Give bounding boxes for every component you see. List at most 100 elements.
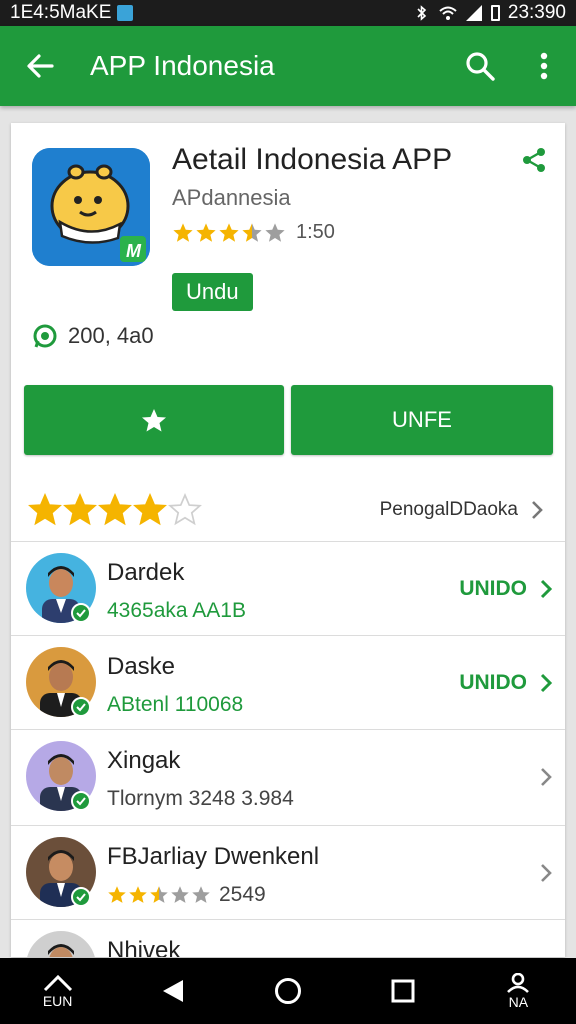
star-icon [129,886,147,903]
star-icon [133,493,167,526]
verified-icon [71,887,91,907]
list-item-stars [107,885,211,905]
list-item-name: Dardek [107,559,185,586]
list-item[interactable]: Xingak Tlornym 3248 3.984 [11,731,565,823]
list-item[interactable]: Dardek 4365aka AA1B UNIDO [11,543,565,635]
chevron-right-icon [540,579,553,599]
status-time: 23:390 [507,2,566,23]
chevron-right-icon [541,864,552,882]
app-title: Aetail Indonesia APP [172,143,453,176]
nav-back-button[interactable] [133,958,213,1024]
star-icon [173,222,193,242]
wifi-icon [439,6,457,20]
nav-profile-label: NA [508,994,529,1010]
back-button[interactable] [0,26,80,106]
nav-home-label: EUN [42,993,73,1009]
divider [11,919,565,920]
battery-icon [490,5,500,21]
list-item-action[interactable] [535,853,565,893]
list-item-name: Nhivek [107,937,181,957]
secondary-action-label: UNFE [392,407,452,432]
app-rating-text: 1:50 [296,221,335,243]
list-item[interactable]: Nhivek [11,921,565,957]
share-icon[interactable] [519,145,549,175]
reviews-link[interactable]: PenogalDDaoka [380,499,548,521]
divider [11,541,565,542]
overflow-menu-button[interactable] [512,26,576,106]
avatar [26,931,96,957]
star-icon [108,886,126,903]
downloads-count: 200, 4a0 [32,323,154,349]
whatsapp-icon [33,324,57,348]
app-badge: Undu [172,273,253,311]
verified-icon [71,791,91,811]
list-item[interactable]: Daske ABtenl 110068 UNIDO [11,637,565,729]
star-icon [171,886,189,903]
mascot-icon: M [32,148,150,266]
star-icon [98,493,132,526]
wishlist-button[interactable] [24,385,284,455]
bluetooth-icon [417,5,427,21]
nav-profile-button[interactable]: NA [478,958,558,1024]
star-icon [265,222,285,242]
more-vert-icon [540,52,548,80]
list-item-action[interactable]: UNIDO [459,663,565,703]
app-rating-stars [172,222,286,244]
list-item-action[interactable]: UNIDO [459,569,565,609]
app-detail-card: M Aetail Indonesia APP APdannesia 1:50 U… [11,123,565,957]
list-item-subtitle: 4365aka AA1B [107,599,246,622]
verified-icon [71,697,91,717]
person-icon [507,973,530,993]
home-icon [43,974,72,992]
search-button[interactable] [448,26,512,106]
nav-circle-home-button[interactable] [248,958,328,1024]
app-bar: APP Indonesia [0,26,576,106]
app-icon[interactable]: M [32,148,150,266]
list-item[interactable]: FBJarliay Dwenkenl 2549 [11,827,565,919]
star-icon [168,493,202,526]
list-item-action[interactable] [535,757,565,797]
square-recents-icon [391,979,415,1003]
list-item-name: Daske [107,653,176,680]
list-item-subtitle: ABtenl 110068 [107,693,244,716]
triangle-back-icon [162,980,183,1002]
star-icon [196,222,216,242]
star-icon [242,222,262,242]
list-item-name: Xingak [107,747,181,774]
list-item-action-label: UNIDO [459,577,527,600]
star-icon [192,886,210,903]
signal-icon [465,5,482,21]
star-icon [63,493,97,526]
back-arrow-icon [27,54,54,78]
reviews-stars [28,493,202,527]
app-rating: 1:50 [172,221,335,244]
list-item-rating: 2549 [107,883,266,907]
list-item-subtitle: Tlornym 3248 3.984 [107,787,294,810]
chevron-right-icon [540,673,553,693]
status-bar: 1E4:5MaKE 23:390 [0,0,576,26]
developer-name[interactable]: APdannesia [172,185,291,211]
reviews-link-label: PenogalDDaoka [379,499,518,520]
nav-recents-button[interactable] [363,958,443,1024]
star-icon [142,409,166,432]
chevron-right-icon [532,501,543,519]
downloads-text: 200, 4a0 [68,323,154,348]
list-item-subtitle: 2549 [219,883,266,906]
notification-icon [117,5,134,21]
secondary-action-button[interactable]: UNFE [291,385,553,455]
svg-text:M: M [126,241,142,261]
list-item-name: FBJarliay Dwenkenl [107,843,320,870]
status-left-text: 1E4:5MaKE [10,2,112,23]
reviews-row[interactable]: PenogalDDaoka [11,479,565,541]
verified-icon [71,603,91,623]
chevron-right-icon [541,768,552,786]
star-icon [28,493,62,526]
search-icon [466,52,495,81]
circle-home-icon [274,978,301,1004]
list-item-action-label: UNIDO [459,671,527,694]
app-bar-title: APP Indonesia [90,50,275,81]
divider [11,729,565,730]
star-icon [150,886,168,903]
divider [11,825,565,826]
nav-home-button[interactable]: EUN [18,958,98,1024]
